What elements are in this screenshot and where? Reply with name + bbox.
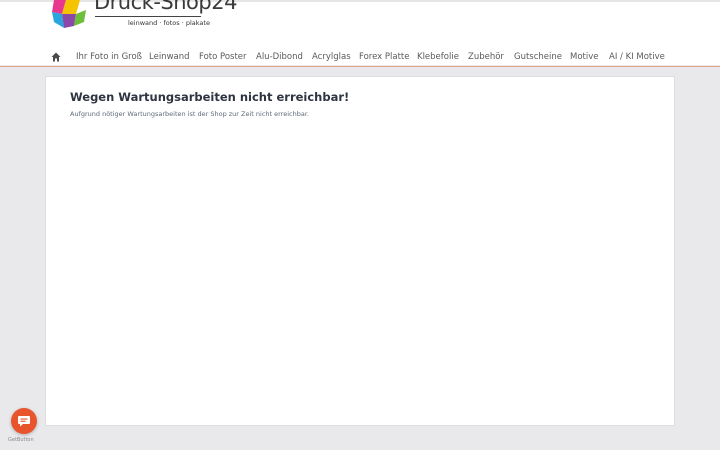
nav-item-forex-platte[interactable]: Forex Platte: [359, 52, 410, 62]
home-icon[interactable]: [51, 52, 61, 62]
nav-item-motive[interactable]: Motive: [570, 52, 599, 62]
nav-item-ai-ki-motive[interactable]: AI / KI Motive: [609, 52, 665, 62]
logo-wordmark: Druck-Shop24: [94, 0, 237, 14]
page-title: Wegen Wartungsarbeiten nicht erreichbar!: [70, 90, 350, 104]
chat-widget-button[interactable]: [11, 408, 37, 434]
maintenance-panel: Wegen Wartungsarbeiten nicht erreichbar!…: [45, 76, 675, 426]
nav-item-zubehoer[interactable]: Zubehör: [468, 52, 504, 62]
nav-item-alu-dibond[interactable]: Alu-Dibond: [256, 52, 303, 62]
nav-item-gutscheine[interactable]: Gutscheine: [514, 52, 562, 62]
logo-divider: [95, 16, 201, 17]
chat-bubble-icon: [18, 416, 30, 427]
nav-item-acrylglas[interactable]: Acrylglas: [312, 52, 351, 62]
maintenance-message: Aufgrund nötiger Wartungsarbeiten ist de…: [70, 110, 309, 118]
main-navigation: Ihr Foto in Groß Leinwand Foto Poster Al…: [0, 50, 720, 66]
chat-widget-credit[interactable]: GetButton: [8, 437, 34, 443]
nav-item-klebefolie[interactable]: Klebefolie: [417, 52, 459, 62]
nav-item-leinwand[interactable]: Leinwand: [149, 52, 190, 62]
site-logo[interactable]: Druck-Shop24 leinwand · fotos · plakate: [50, 0, 237, 32]
nav-item-foto-poster[interactable]: Foto Poster: [199, 52, 247, 62]
logo-cube-icon: [52, 0, 86, 28]
nav-divider: [0, 66, 720, 67]
site-header: Druck-Shop24 leinwand · fotos · plakate …: [0, 0, 720, 67]
logo-tagline: leinwand · fotos · plakate: [128, 19, 210, 27]
nav-item-ihr-foto-in-gross[interactable]: Ihr Foto in Groß: [76, 52, 142, 62]
